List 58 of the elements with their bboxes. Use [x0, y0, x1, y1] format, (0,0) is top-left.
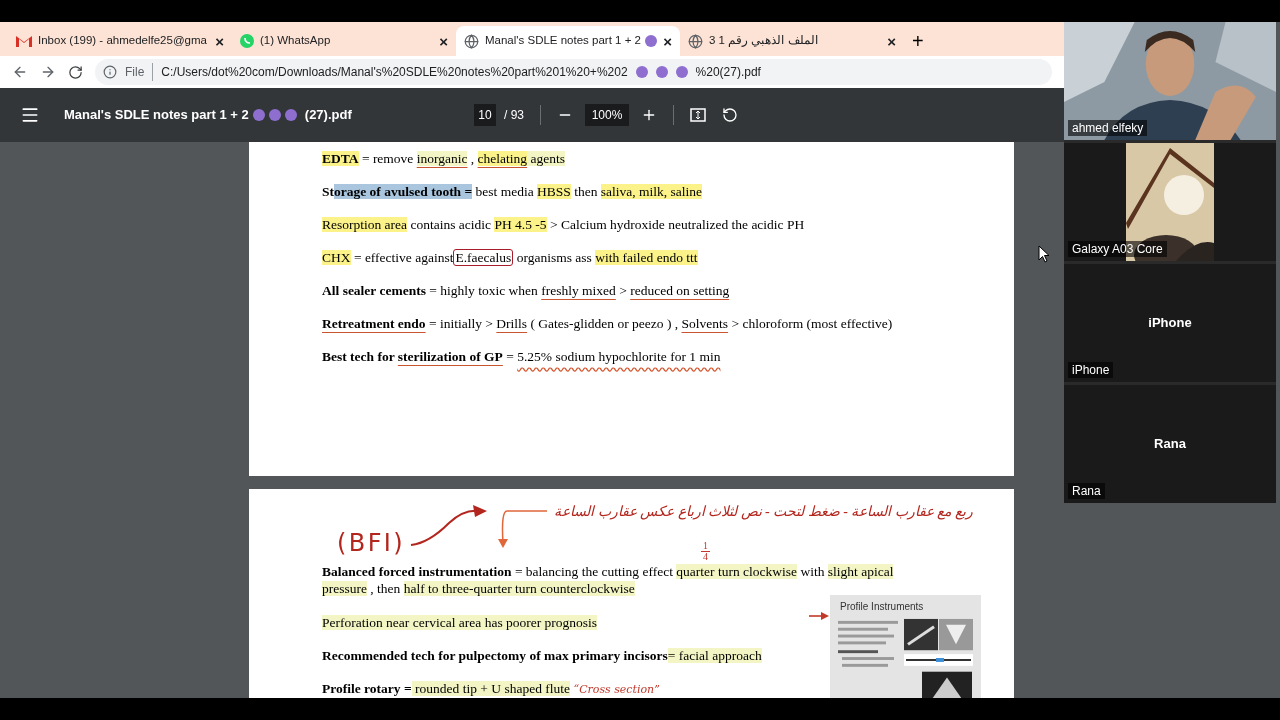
back-icon[interactable] — [12, 64, 28, 80]
close-tab-button[interactable]: × — [663, 33, 672, 49]
slide-title: Profile Instruments — [839, 600, 925, 614]
document-title: Manal's SDLE notes part 1 + 2 — [64, 106, 249, 125]
zoom-in-icon[interactable] — [641, 107, 657, 123]
forward-icon[interactable] — [40, 64, 56, 80]
note-line: Retreatment endo = initially > Drills ( Gates-glidden or peezo ) , Solvents > chloroform (most effective) — [322, 315, 894, 332]
url-text: C:/Users/dot%20com/Downloads/Manal's%20SDLE%20notes%20part%201%20+%202 — [161, 64, 628, 81]
fit-page-icon[interactable] — [690, 108, 706, 122]
participant-name: ahmed elfeky — [1068, 120, 1148, 136]
rotate-icon[interactable] — [722, 107, 738, 123]
tab-title: الملف الذهبي رقم 1 3 — [709, 33, 818, 49]
handwritten-note: ربع مع عقارب الساعة - ضغط لتحت - نص لثلاث ارباع عكس عقارب الساعة — [554, 503, 973, 522]
note-line: Best tech for sterilization of GP = 5.25% sodium hypochlorite for 1 min — [322, 348, 722, 365]
close-tab-button[interactable]: × — [439, 33, 448, 49]
participant-center-name: iPhone — [1148, 314, 1192, 333]
page-total: / 93 — [504, 107, 524, 124]
address-field[interactable]: File C:/Users/dot%20com/Downloads/Manal's%20SDLE%20notes%20part%201%20+%202 %20(27).pdf — [95, 59, 1052, 85]
browser-tab[interactable]: (1) WhatsApp × — [232, 26, 456, 56]
globe-icon — [688, 33, 703, 49]
note-line: Resorption area contains acidic PH 4.5 -5 > Calcium hydroxide neutralized the acidic PH — [322, 216, 806, 233]
close-tab-button[interactable]: × — [215, 33, 224, 49]
tab-title: (1) WhatsApp — [260, 33, 331, 49]
video-tile[interactable]: Galaxy A03 Core — [1064, 143, 1276, 261]
tab-title: Manal's SDLE notes part 1 + 2 — [485, 33, 641, 49]
participant-name: Galaxy A03 Core — [1068, 241, 1167, 257]
new-tab-button[interactable]: + — [904, 26, 932, 56]
video-tile[interactable]: iPhone iPhone — [1064, 264, 1276, 382]
browser-tab[interactable]: Manal's SDLE notes part 1 + 2 × — [456, 26, 680, 56]
ink-arrow — [809, 612, 829, 620]
participant-center-name: Rana — [1154, 435, 1186, 454]
tab-title: Inbox (199) - ahmedelfe25@gma — [38, 33, 207, 49]
url-text: %20(27).pdf — [695, 64, 761, 81]
reload-icon[interactable] — [68, 64, 83, 80]
video-tile[interactable]: Rana Rana — [1064, 385, 1276, 503]
mouse-cursor-icon — [1038, 245, 1050, 263]
envelope-icon — [16, 35, 32, 47]
menu-icon[interactable] — [20, 105, 40, 125]
close-tab-button[interactable]: × — [887, 33, 896, 49]
ink-arrow — [497, 507, 549, 549]
chat-bubble-icon — [240, 34, 254, 48]
note-line: CHX = effective against E.faecalus organisms ass with failed endo ttt — [322, 249, 699, 266]
participant-name: iPhone — [1068, 362, 1114, 378]
page-number-field[interactable]: 10 — [474, 104, 496, 126]
handwritten-label: (BFI) — [337, 528, 406, 559]
participant-name: Rana — [1068, 483, 1105, 499]
globe-icon — [464, 33, 479, 49]
info-icon — [103, 65, 117, 79]
browser-tab[interactable]: الملف الذهبي رقم 1 3 × — [680, 26, 904, 56]
video-tile[interactable]: ahmed elfeky — [1064, 22, 1276, 140]
document-title: (27).pdf — [304, 106, 352, 125]
file-label: File — [125, 63, 154, 81]
browser-tab[interactable]: Inbox (199) - ahmedelfe25@gma × — [8, 26, 232, 56]
handwritten-fraction: 1 4 — [701, 541, 710, 562]
note-line: EDTA = remove inorganic , chelating agents — [322, 150, 566, 167]
note-line: All sealer cements = highly toxic when freshly mixed > reduced on setting — [322, 282, 731, 299]
zoom-field[interactable]: 100% — [585, 104, 629, 126]
note-line: Storage of avulsed tooth = best media HBSS then saliva, milk, saline — [322, 183, 704, 200]
